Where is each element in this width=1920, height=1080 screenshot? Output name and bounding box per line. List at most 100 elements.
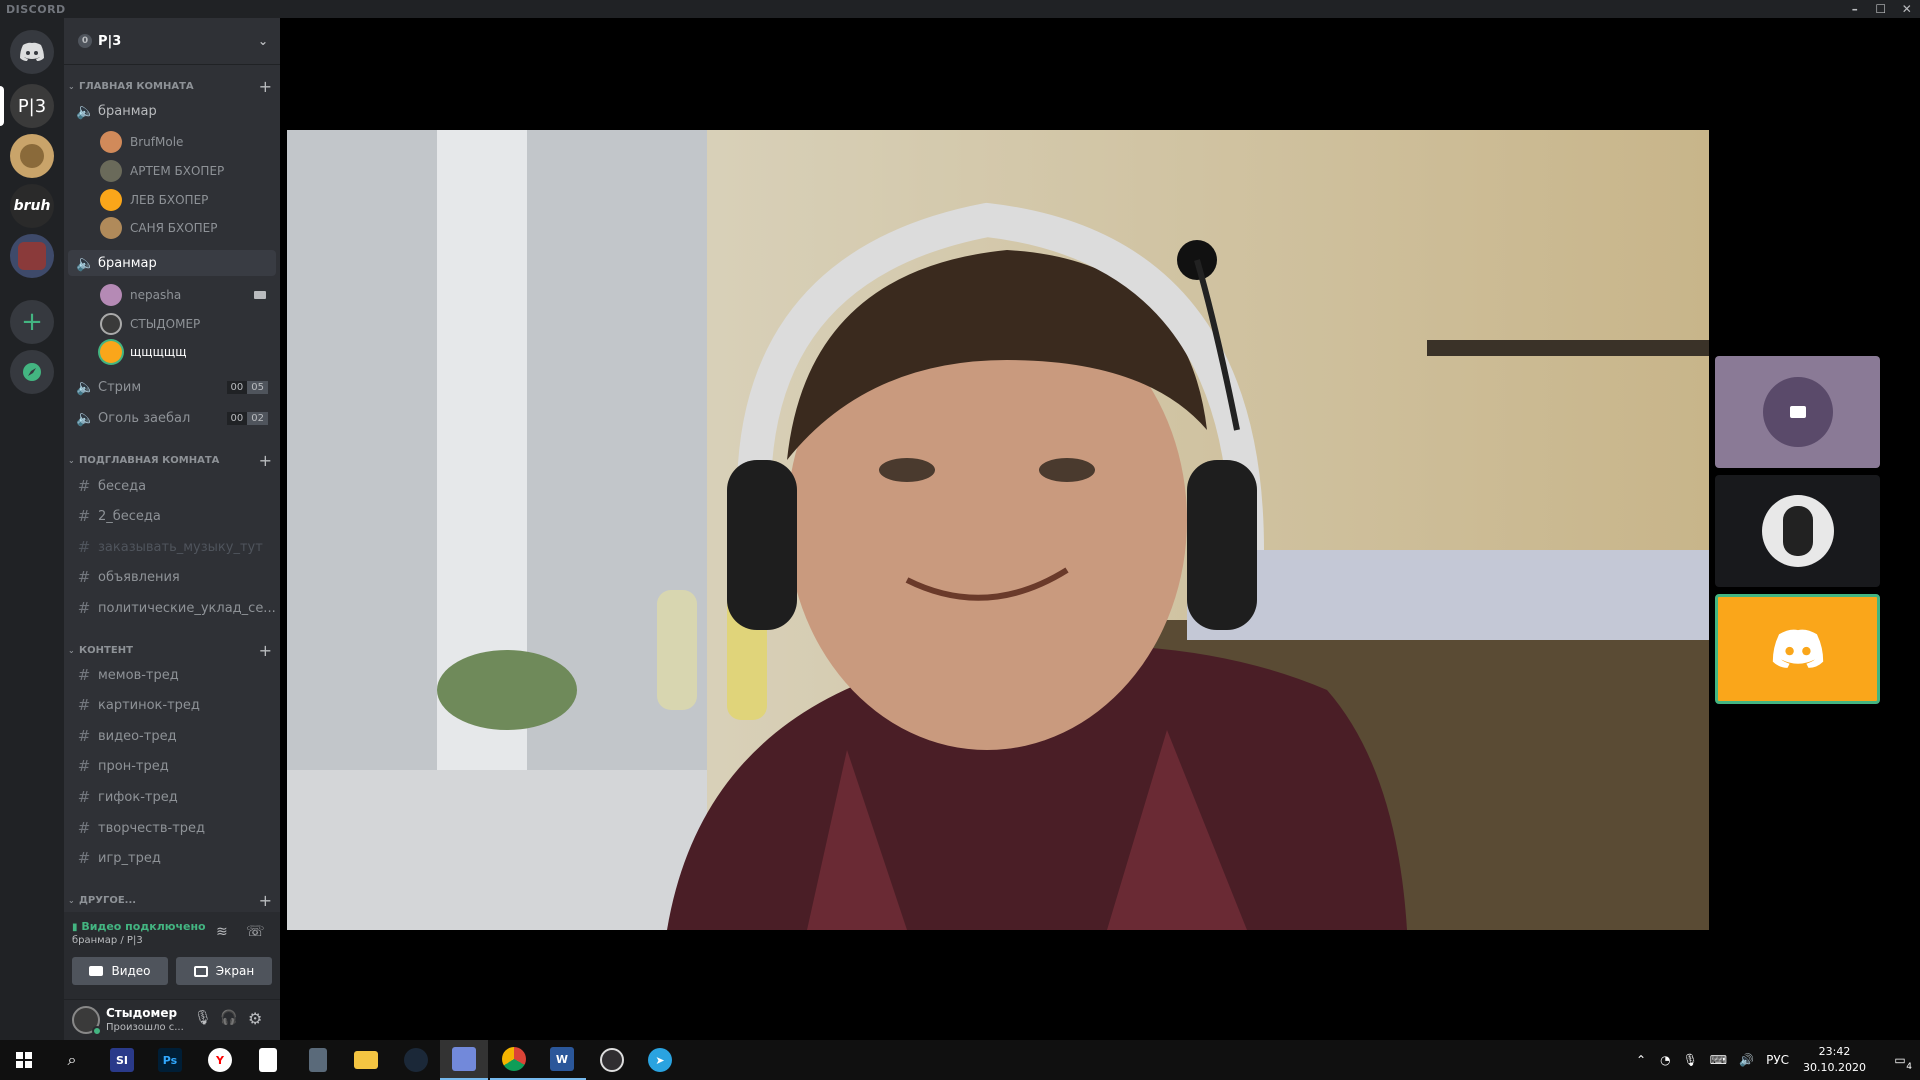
taskbar-app-telegram[interactable]: ➤ [636,1040,684,1080]
voice-channel-stream[interactable]: 🔈 Стрим 00 05 [68,374,276,400]
text-channel[interactable]: #2_беседа [68,503,276,529]
add-channel-icon[interactable]: + [259,77,276,96]
taskbar-app-photoshop[interactable]: Ps [146,1040,194,1080]
add-channel-icon[interactable]: + [259,641,276,660]
camera-icon [1789,406,1806,418]
voice-channel-branmar-1[interactable]: 🔈 бранмар [68,98,276,124]
close-button[interactable]: ✕ [1894,0,1920,18]
add-server-button[interactable]: + [10,300,54,344]
noise-suppression-icon[interactable]: ≋ [216,924,228,940]
category-sub[interactable]: ⌄ ПОДГЛАВНАЯ КОМНАТА + [68,451,276,470]
voice-user[interactable]: АРТЕМ БХОПЕР [100,157,276,185]
video-button[interactable]: Видео [72,957,168,985]
hash-icon: # [77,568,91,586]
text-channel[interactable]: # гифок-тред [68,784,276,810]
notification-count: 4 [1906,1062,1912,1072]
participant-tile-speaking[interactable] [1715,594,1880,704]
taskbar-app-calculator[interactable] [294,1040,342,1080]
text-channel[interactable]: # видео-тред [68,723,276,749]
webcam-image [287,130,1709,930]
microphone-icon[interactable]: 🎙 [194,1010,212,1026]
avatar [100,160,122,182]
text-channel[interactable]: # беседа [68,473,276,499]
user-name: BrufMole [130,135,184,149]
server-header[interactable]: 0 P|3 ⌄ [64,18,280,64]
channel-name: видео-тред [98,728,177,744]
participant-tile-nepasha[interactable] [1715,356,1880,468]
voice-user[interactable]: ЛЕВ БХОПЕР [100,186,276,214]
channel-name: мемов-тред [98,667,179,683]
category-content[interactable]: ⌄ КОНТЕНТ + [68,641,276,660]
server-bruh[interactable]: bruh [10,184,54,228]
add-channel-icon[interactable]: + [259,451,276,470]
taskbar-app-word[interactable]: W [538,1040,586,1080]
voice-channel-ogol[interactable]: 🔈 Оголь заебал 00 02 [68,405,276,431]
title-bar: DISCORD – ☐ ✕ [0,0,1920,18]
minimize-button[interactable]: – [1842,0,1868,18]
voice-user[interactable]: щщщщщ [100,338,276,366]
start-button[interactable] [0,1040,48,1080]
microphone-icon[interactable]: 🎙 [1683,1053,1698,1067]
explore-servers-button[interactable] [10,350,54,394]
voice-user[interactable]: nepasha [100,281,276,309]
language-indicator[interactable]: РУС [1766,1053,1789,1067]
add-channel-icon[interactable]: + [259,891,276,910]
taskbar-app-steam[interactable] [392,1040,440,1080]
taskbar-app-yandex[interactable]: Y [196,1040,244,1080]
text-channel[interactable]: # заказывать_музыку_тут [68,534,276,560]
channel-name: заказывать_музыку_тут [98,539,263,555]
volume-icon[interactable]: 🔊 [1739,1053,1754,1067]
user-name: СТЫДОМЕР [130,317,201,331]
voice-user[interactable]: САНЯ БХОПЕР [100,214,276,242]
server-p3[interactable]: P|3 [10,84,54,128]
ime-icon[interactable]: ⌨ [1710,1053,1727,1067]
disconnect-icon[interactable]: ☏ [246,922,265,940]
hash-icon: # [77,696,91,714]
chevron-up-icon[interactable]: ⌃ [1636,1053,1646,1067]
text-channel[interactable]: # творчеств-тред [68,815,276,841]
screen-share-button[interactable]: Экран [176,957,272,985]
taskbar-app-obs[interactable] [588,1040,636,1080]
search-icon[interactable]: ⌕ [48,1040,96,1080]
taskbar-app-chrome[interactable] [490,1040,538,1080]
server-dog[interactable] [10,134,54,178]
speaker-icon: 🔈 [76,254,95,272]
user-name: nepasha [130,288,182,302]
hash-icon: # [77,757,91,775]
settings-gear-icon[interactable]: ⚙ [248,1009,262,1028]
voice-status[interactable]: ▮ Видео подключено [72,920,206,933]
clock[interactable]: 23:42 30.10.2020 [1803,1044,1866,1076]
hash-icon: # [77,788,91,806]
taskbar-app-si[interactable]: SI [98,1040,146,1080]
avatar [100,189,122,211]
taskbar-app-notepad[interactable] [244,1040,292,1080]
text-channel[interactable]: # игр_тред [68,845,276,871]
windows-logo-icon [16,1052,32,1068]
taskbar-app-discord[interactable] [440,1040,488,1080]
text-channel[interactable]: # объявления [68,564,276,590]
action-center-button[interactable]: ▭ 4 [1880,1040,1920,1080]
app-title: DISCORD [6,2,66,16]
voice-user[interactable]: СТЫДОМЕР [100,310,276,338]
voice-channel-branmar-2[interactable]: 🔈 бранмар [68,250,276,276]
text-channel[interactable]: # политические_уклад_се... [68,595,276,621]
category-main[interactable]: ⌄ ГЛАВНАЯ КОМНАТА + [68,77,276,96]
main-video-feed[interactable] [287,130,1709,930]
voice-user[interactable]: BrufMole [100,128,276,156]
server-faces[interactable] [10,234,54,278]
taskbar-app-explorer[interactable] [342,1040,390,1080]
category-other[interactable]: ⌄ ДРУГОЕ... + [68,891,276,910]
home-button[interactable] [10,30,54,74]
channel-name: Стрим [98,379,142,395]
folder-icon [354,1051,378,1069]
hash-icon: # [77,849,91,867]
participant-tile-stydomer[interactable] [1715,475,1880,587]
text-channel[interactable]: # прон-тред [68,753,276,779]
avatar [1762,377,1833,447]
text-channel[interactable]: # мемов-тред [68,662,276,688]
camera-icon [254,291,266,299]
maximize-button[interactable]: ☐ [1868,0,1894,18]
text-channel[interactable]: # картинок-тред [68,692,276,718]
network-icon[interactable]: ◔ [1660,1053,1670,1067]
headphones-icon[interactable]: 🎧 [220,1010,237,1026]
